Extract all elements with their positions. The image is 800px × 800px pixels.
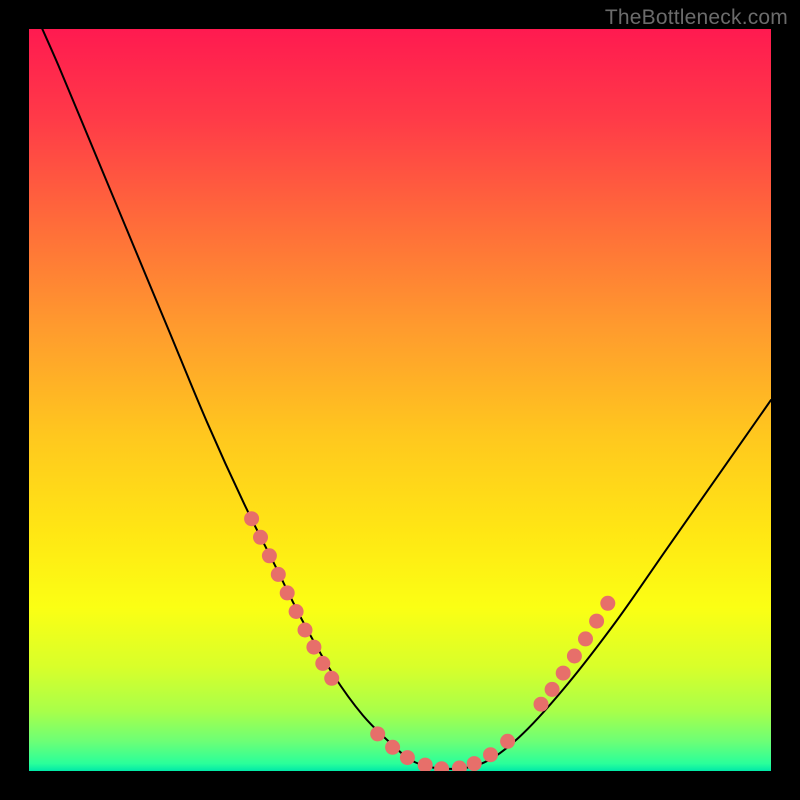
highlight-dot: [271, 567, 286, 582]
watermark-text: TheBottleneck.com: [605, 6, 788, 30]
highlight-dot: [262, 548, 277, 563]
highlight-dot: [567, 649, 582, 664]
highlight-dots-right: [534, 596, 616, 712]
highlight-dot: [385, 740, 400, 755]
highlight-dot: [534, 697, 549, 712]
highlight-dot: [298, 623, 313, 638]
highlight-dot: [452, 761, 467, 772]
highlight-dot: [556, 666, 571, 681]
highlight-dot: [370, 726, 385, 741]
highlight-dot: [244, 511, 259, 526]
highlight-dots-left: [244, 511, 339, 686]
highlight-dot: [306, 640, 321, 655]
highlight-dot: [400, 750, 415, 765]
highlight-dot: [600, 596, 615, 611]
highlight-dot: [589, 614, 604, 629]
highlight-dot: [315, 656, 330, 671]
highlight-dot: [500, 734, 515, 749]
highlight-dot: [578, 631, 593, 646]
highlight-dot: [289, 604, 304, 619]
highlight-dot: [545, 682, 560, 697]
chart-frame: [29, 29, 771, 771]
highlight-dot: [467, 756, 482, 771]
bottleneck-curve: [29, 29, 771, 769]
highlight-dot: [253, 530, 268, 545]
chart-svg: [29, 29, 771, 771]
highlight-dot: [483, 747, 498, 762]
highlight-dot: [434, 761, 449, 771]
highlight-dot: [280, 585, 295, 600]
highlight-dot: [324, 671, 339, 686]
highlight-dot: [418, 758, 433, 771]
highlight-dots-bottom: [370, 726, 515, 771]
